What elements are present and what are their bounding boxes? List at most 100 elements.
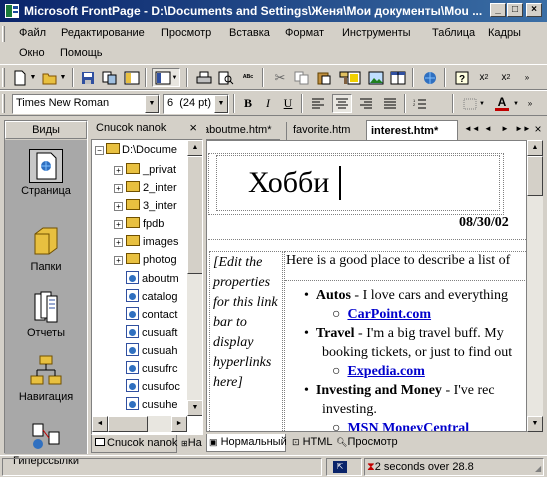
scroll-thumb[interactable] — [108, 416, 148, 432]
scroll-up-icon[interactable]: ▲ — [527, 140, 543, 156]
print-icon[interactable] — [194, 68, 214, 87]
minimize-button[interactable]: _ — [490, 3, 506, 17]
spelling-icon[interactable]: ᴬᴮᶜ — [238, 68, 258, 87]
tab-first-icon[interactable]: ◄◄ — [464, 122, 480, 136]
heading-cell[interactable]: Хобби — [216, 155, 500, 211]
publish-icon[interactable] — [100, 68, 120, 87]
expand-icon[interactable]: + — [114, 166, 123, 175]
menu-frames[interactable]: Кадры — [488, 27, 521, 39]
toolbar-overflow-icon[interactable]: » — [522, 68, 532, 87]
paste-icon[interactable] — [314, 68, 334, 87]
file-item[interactable]: cusufoc — [126, 379, 180, 393]
folder-item[interactable]: +3_inter — [114, 199, 177, 212]
close-icon[interactable]: × — [189, 120, 197, 136]
open-folder-icon[interactable] — [40, 68, 60, 87]
resize-grip-icon[interactable]: ◢ — [535, 464, 545, 474]
copy-icon[interactable] — [292, 68, 312, 87]
menu-view[interactable]: Просмотр — [161, 27, 211, 39]
insert-table-icon[interactable] — [388, 68, 408, 87]
border-icon[interactable] — [460, 94, 480, 113]
close-button[interactable]: × — [526, 3, 542, 17]
file-item[interactable]: cusufrc — [126, 361, 177, 375]
folder-item[interactable]: + images — [114, 235, 178, 248]
file-item[interactable]: cusuah — [126, 343, 177, 357]
close-icon[interactable]: × — [531, 122, 545, 136]
tab-next-icon[interactable]: ► — [498, 122, 512, 136]
menu-file[interactable]: Файл — [19, 27, 46, 39]
font-color-icon[interactable]: A — [492, 94, 512, 113]
bold-icon[interactable]: B — [238, 94, 258, 113]
folder-horizontal-scrollbar[interactable]: ◄ ► — [92, 416, 187, 432]
view-navigation[interactable]: Навигация — [9, 354, 83, 403]
menu-format[interactable]: Формат — [285, 27, 324, 39]
folder-list-icon[interactable] — [122, 68, 142, 87]
insert-component-icon[interactable] — [344, 68, 364, 87]
align-center-icon[interactable] — [332, 94, 352, 113]
scroll-right-icon[interactable]: ► — [171, 416, 187, 432]
folder-item[interactable]: +2_inter — [114, 181, 177, 194]
file-item[interactable]: cusuhe — [126, 397, 177, 411]
item-link[interactable]: CarPoint.com — [347, 307, 431, 322]
tab-aboutme[interactable]: aboutme.htm* — [206, 122, 280, 140]
new-dropdown-icon[interactable]: ▼ — [28, 68, 38, 87]
tree-root[interactable]: − D:\Docume — [95, 143, 177, 156]
expand-icon[interactable]: + — [114, 238, 123, 247]
item-link[interactable]: Expedia.com — [347, 364, 424, 379]
cut-icon[interactable]: ✂ — [270, 68, 290, 87]
justify-icon[interactable] — [380, 94, 400, 113]
file-item[interactable]: catalog — [126, 289, 177, 303]
tab-favorite[interactable]: favorite.htm — [286, 122, 368, 140]
new-page-icon[interactable] — [10, 68, 30, 87]
font-name-combo[interactable]: Times New Roman ▼ — [12, 94, 160, 114]
tab-preview[interactable]: 🔍︎Просмотр — [334, 434, 404, 452]
tab-html[interactable]: ⊡ HTML — [290, 434, 334, 452]
chevron-down-icon[interactable]: ▼ — [145, 95, 159, 113]
content-cell[interactable]: Here is a good place to describe a list … — [284, 251, 526, 431]
toolbar-overflow-icon[interactable]: » — [525, 94, 535, 113]
subscript-icon[interactable]: x2 — [474, 68, 494, 87]
chevron-down-icon[interactable]: ▼ — [214, 95, 228, 113]
scroll-down-icon[interactable]: ▼ — [187, 400, 202, 416]
superscript-icon[interactable]: x2 — [496, 68, 516, 87]
expand-icon[interactable]: + — [114, 220, 123, 229]
font-color-dropdown-icon[interactable]: ▼ — [512, 94, 520, 113]
toolbar-grip[interactable] — [2, 68, 5, 87]
menu-window[interactable]: Окно — [19, 47, 45, 59]
file-item[interactable]: aboutm — [126, 271, 179, 285]
item-link[interactable]: MSN MoneyCentral — [347, 421, 469, 431]
scroll-thumb[interactable] — [187, 156, 202, 274]
folder-list-tab[interactable]: Cnucok nanok — [91, 435, 177, 453]
insert-picture-icon[interactable] — [366, 68, 386, 87]
page-editor[interactable]: Хобби 08/30/02 [Edit the properties for … — [206, 140, 527, 432]
border-dropdown-icon[interactable]: ▼ — [478, 94, 486, 113]
tab-last-icon[interactable]: ►► — [515, 122, 531, 136]
expand-icon[interactable]: + — [114, 202, 123, 211]
linkbar-cell[interactable]: [Edit the properties for this link bar t… — [209, 251, 283, 431]
menu-insert[interactable]: Вставка — [229, 27, 270, 39]
menu-help[interactable]: Помощь — [60, 47, 103, 59]
expand-icon[interactable]: + — [114, 184, 123, 193]
view-page[interactable]: Страница — [9, 149, 83, 197]
toolbar-grip[interactable] — [2, 94, 5, 113]
menu-tools[interactable]: Инструменты — [342, 27, 411, 39]
print-preview-icon[interactable] — [216, 68, 236, 87]
underline-icon[interactable]: U — [278, 94, 298, 113]
folder-item[interactable]: + fpdb — [114, 217, 164, 230]
scroll-up-icon[interactable]: ▲ — [187, 140, 202, 156]
scroll-left-icon[interactable]: ◄ — [92, 416, 108, 432]
folder-item[interactable]: + _privat — [114, 163, 176, 176]
folder-vertical-scrollbar[interactable]: ▲ ▼ — [187, 140, 202, 416]
tab-prev-icon[interactable]: ◄ — [481, 122, 495, 136]
align-right-icon[interactable] — [356, 94, 376, 113]
view-reports[interactable]: Отчеты — [9, 290, 83, 339]
navigation-tab[interactable]: ⊞Ha — [179, 435, 203, 453]
scroll-down-icon[interactable]: ▼ — [527, 416, 543, 432]
align-left-icon[interactable] — [308, 94, 328, 113]
numbered-list-icon[interactable]: 12 — [410, 94, 430, 113]
italic-icon[interactable]: I — [258, 94, 278, 113]
page-vertical-scrollbar[interactable]: ▲ ▼ — [527, 140, 543, 432]
menu-table[interactable]: Таблица — [432, 27, 475, 39]
maximize-button[interactable]: □ — [507, 3, 523, 17]
title-bar[interactable]: Microsoft FrontPage - D:\Documents and S… — [0, 0, 547, 22]
help-icon[interactable]: ? — [452, 68, 472, 87]
